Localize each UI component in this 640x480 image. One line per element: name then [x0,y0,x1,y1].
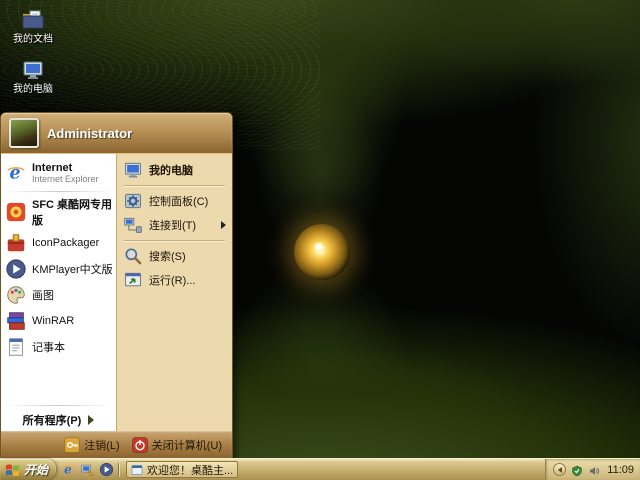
menu-separator [6,405,111,406]
task-button-zhuoku-window[interactable]: 欢迎您！桌酷主... [126,461,238,478]
task-window-icon [131,464,143,476]
my-computer-icon [123,160,143,180]
svg-text:e: e [10,164,21,184]
submenu-arrow-icon [221,221,226,229]
connect-to-icon [123,215,143,235]
menu-item-winrar[interactable]: WinRAR [1,308,116,334]
tray-antivirus-icon[interactable] [571,464,583,476]
menu-item-internet-explorer[interactable]: e Internet Internet Explorer [1,157,116,189]
menu-item-notepad[interactable]: 记事本 [1,334,116,360]
tray-volume-icon[interactable] [588,464,600,476]
windows-flag-icon [5,462,20,477]
winrar-icon [5,310,27,332]
wallpaper-orb [294,224,350,280]
menu-item-control-panel[interactable]: 控制面板(C) [117,189,232,213]
menu-item-iconpackager[interactable]: IconPackager [1,230,116,256]
user-name: Administrator [47,126,132,141]
system-tray: 11:09 [545,459,640,480]
menu-item-my-computer[interactable]: 我的电脑 [117,158,232,182]
desktop-icon-my-documents[interactable]: 我的文档 [4,8,62,45]
internet-explorer-icon: e [5,162,27,184]
menu-separator [124,240,225,241]
quick-launch-media-player-icon[interactable] [99,462,114,477]
notepad-icon [5,336,27,358]
kmplayer-icon [5,258,27,280]
power-icon [132,437,148,453]
quick-launch-divider [118,463,119,477]
start-menu-left-column: e Internet Internet Explorer SFC 桌酷网专用版 [1,154,116,431]
menu-item-connect-to[interactable]: 连接到(T) [117,213,232,237]
avatar [9,118,39,148]
start-menu-right-column: 我的电脑 控制面板(C) 连接到(T) [116,154,232,431]
paint-icon [5,284,27,306]
clock[interactable]: 11:09 [605,464,634,476]
menu-item-paint[interactable]: 画图 [1,282,116,308]
control-panel-icon [123,191,143,211]
all-programs-button[interactable]: 所有程序(P) [1,408,116,431]
menu-item-sfc[interactable]: SFC 桌酷网专用版 [1,194,116,230]
all-programs-arrow-icon [88,415,94,425]
my-documents-icon [21,8,45,32]
iconpackager-icon [5,232,27,254]
task-button-label: 欢迎您！桌酷主... [147,462,233,478]
my-computer-icon [21,58,45,82]
log-off-button[interactable]: 注销(L) [64,437,119,453]
log-off-key-icon [64,437,80,453]
menu-item-kmplayer[interactable]: KMPlayer中文版 [1,256,116,282]
quick-launch-bar: e [56,459,124,480]
quick-launch-internet-explorer-icon[interactable]: e [61,462,76,477]
desktop-icon-my-computer[interactable]: 我的电脑 [4,58,62,95]
taskbar: 开始 e 欢迎您！桌酷主... [0,458,640,480]
start-button[interactable]: 开始 [0,459,56,480]
svg-text:e: e [64,462,72,476]
sfc-icon [5,201,27,223]
desktop-icon-label: 我的电脑 [13,84,53,95]
quick-launch-show-desktop-icon[interactable] [80,462,95,477]
start-menu-footer: 注销(L) 关闭计算机(U) [1,431,232,458]
start-menu: Administrator e Internet Internet Explor… [0,112,233,458]
tray-chevron-icon[interactable] [553,463,566,476]
search-icon [123,246,143,266]
shutdown-button[interactable]: 关闭计算机(U) [132,437,222,453]
menu-item-search[interactable]: 搜索(S) [117,244,232,268]
desktop: 我的文档 我的电脑 Administrator e Internet Inter… [0,0,640,480]
menu-separator [6,191,111,192]
menu-item-run[interactable]: 运行(R)... [117,268,232,292]
run-icon [123,270,143,290]
taskbar-empty-space [238,459,545,480]
desktop-icon-label: 我的文档 [13,34,53,45]
menu-separator [124,185,225,186]
start-menu-header: Administrator [1,113,232,153]
start-button-label: 开始 [24,461,48,478]
